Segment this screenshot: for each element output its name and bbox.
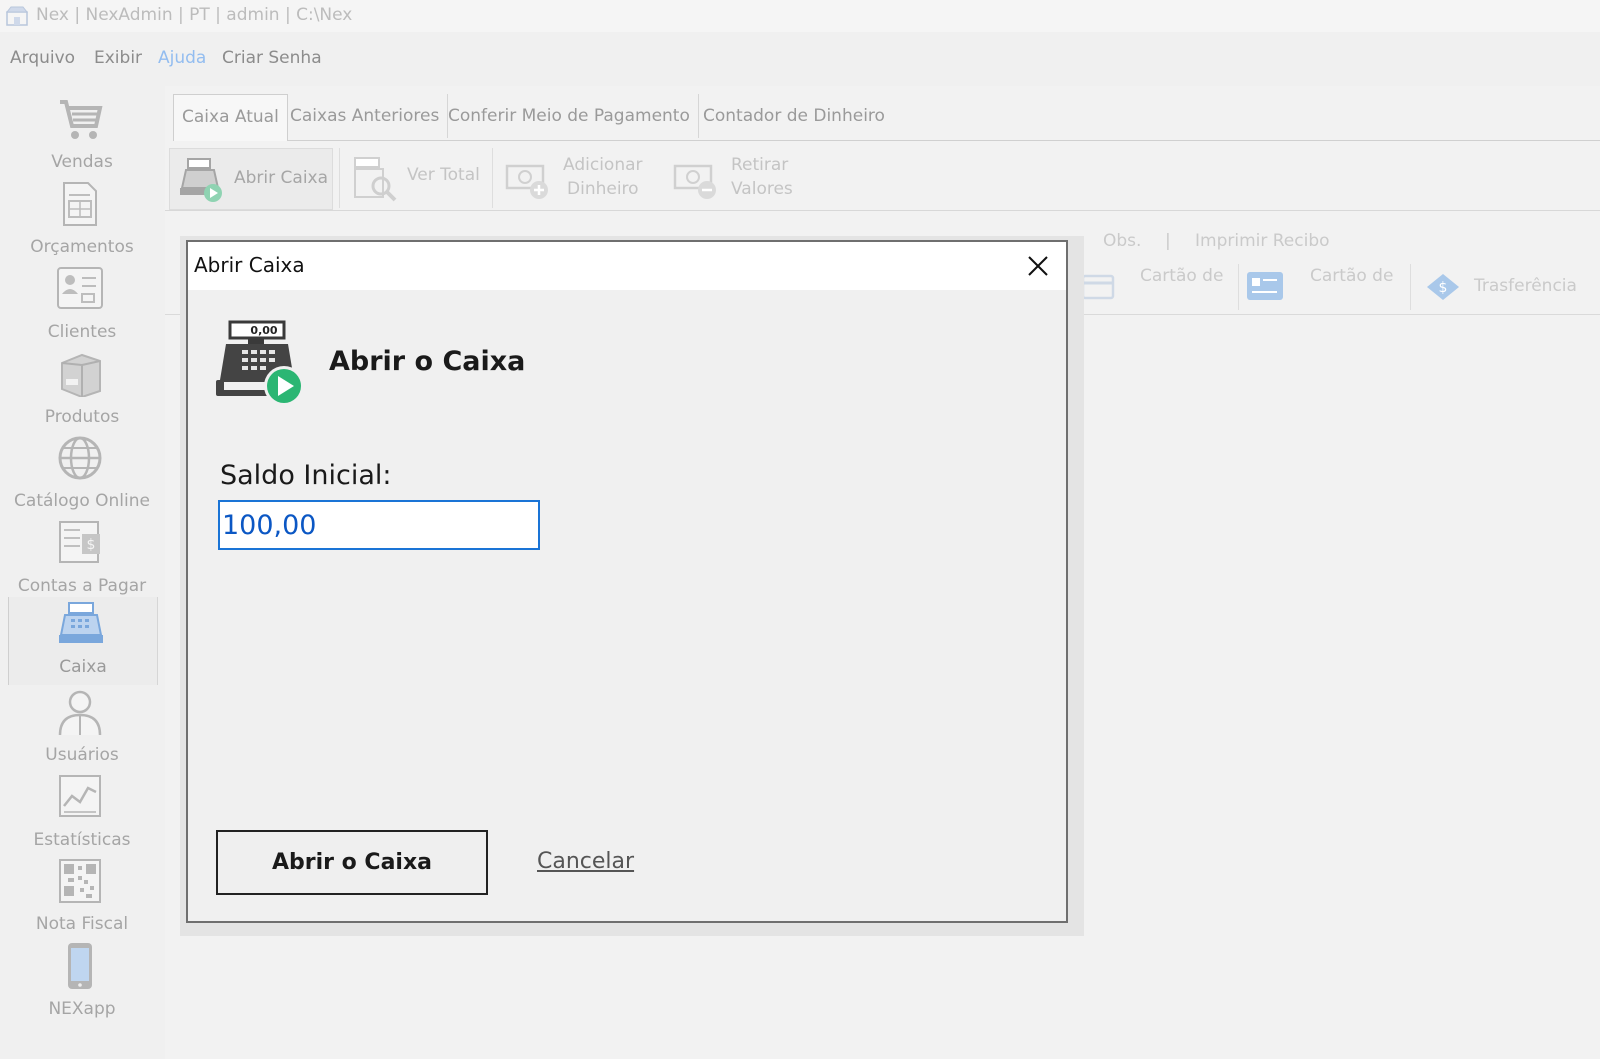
toolbar: Abrir Caixa Ver Total Adicionar Dinheiro	[165, 142, 1600, 211]
sidebar-item-label: Estatísticas	[33, 830, 131, 850]
sidebar-item-vendas[interactable]: Vendas	[8, 92, 156, 176]
toolbar-separator	[339, 148, 340, 208]
cash-register-play-icon: 0,00	[216, 320, 304, 406]
dialog-titlebar: Abrir Caixa	[188, 242, 1066, 290]
qr-code-icon	[59, 859, 101, 903]
dialog-heading: Abrir o Caixa	[329, 346, 526, 377]
retirar-valores-label-line1: Retirar	[731, 155, 789, 175]
transferencia-header: Trasferência	[1474, 276, 1577, 296]
contacts-icon	[57, 267, 103, 309]
money-add-icon	[505, 164, 548, 199]
cart-icon	[60, 100, 103, 139]
toolbar-separator	[492, 148, 493, 208]
abrir-caixa-dialog: Abrir Caixa 0,00 Abrir o Caixa Saldo Ini…	[186, 240, 1068, 923]
bill-icon: $	[59, 521, 100, 563]
sidebar-item-caixa[interactable]: Caixa	[8, 597, 158, 685]
sidebar-item-label: NEXapp	[48, 999, 116, 1019]
chart-icon	[59, 775, 101, 817]
sidebar-item-label: Vendas	[51, 152, 113, 172]
document-icon	[63, 182, 97, 226]
sidebar-item-nexapp[interactable]: NEXapp	[8, 939, 156, 1023]
close-icon[interactable]	[1024, 252, 1052, 280]
sidebar-item-estatisticas[interactable]: Estatísticas	[8, 770, 156, 854]
money-remove-icon	[673, 164, 716, 199]
sidebar-item-label: Caixa	[59, 657, 107, 677]
sidebar-item-produtos[interactable]: Produtos	[8, 347, 156, 431]
retirar-valores-toolbar-button[interactable]: Retirar Valores	[663, 148, 823, 208]
svg-text:$: $	[87, 537, 96, 553]
debit-card-icon	[1247, 272, 1283, 300]
register-display-text: 0,00	[250, 324, 277, 337]
ver-total-label: Ver Total	[407, 165, 480, 185]
cartao-debito-header: Cartão de	[1310, 266, 1394, 286]
menu-arquivo[interactable]: Arquivo	[10, 48, 75, 68]
sidebar-item-clientes[interactable]: Clientes	[8, 262, 156, 346]
transfer-icon: $	[1427, 274, 1459, 300]
adicionar-dinheiro-label-line2: Dinheiro	[567, 179, 639, 199]
globe-icon	[58, 436, 102, 480]
app-logo-icon	[6, 6, 28, 26]
adicionar-dinheiro-label-line1: Adicionar	[563, 155, 643, 175]
saldo-inicial-input[interactable]	[218, 500, 540, 550]
imprimir-recibo-header[interactable]: Imprimir Recibo	[1195, 231, 1330, 251]
svg-text:$: $	[1439, 280, 1448, 296]
cash-register-play-icon	[180, 158, 222, 202]
dialog-title: Abrir Caixa	[194, 253, 305, 277]
card-icon	[1081, 274, 1115, 300]
tab-caixa-atual[interactable]: Caixa Atual	[173, 94, 288, 141]
tab-caixas-anteriores[interactable]: Caixas Anteriores	[282, 94, 449, 138]
sidebar-item-label: Nota Fiscal	[35, 914, 129, 934]
sidebar-item-nota-fiscal[interactable]: Nota Fiscal	[8, 854, 156, 938]
sidebar-item-label: Orçamentos	[30, 237, 134, 257]
sidebar-item-label: Contas a Pagar	[17, 576, 147, 596]
sidebar-item-label: Catálogo Online	[14, 491, 150, 511]
sidebar-item-orcamentos[interactable]: Orçamentos	[8, 177, 156, 261]
sidebar-item-usuarios[interactable]: Usuários	[8, 685, 156, 769]
column-separator	[1410, 264, 1411, 310]
sidebar-item-label: Clientes	[47, 322, 117, 342]
obs-column-header: Obs.	[1103, 231, 1142, 251]
sidebar-item-contas-a-pagar[interactable]: $ Contas a Pagar	[8, 516, 156, 600]
sidebar-item-catalogo-online[interactable]: Catálogo Online	[8, 431, 156, 515]
header-divider: |	[1165, 231, 1171, 251]
cancelar-link[interactable]: Cancelar	[537, 849, 634, 874]
tab-bar: Caixa Atual Caixas Anteriores Conferir M…	[173, 94, 1600, 141]
box-icon	[61, 353, 101, 397]
cash-register-icon	[59, 602, 103, 643]
abrir-caixa-label: Abrir Caixa	[234, 168, 329, 188]
cartao-credito-header: Cartão de	[1140, 266, 1224, 286]
sidebar: Vendas Orçamentos Clientes Produtos Catá…	[0, 86, 165, 1059]
column-separator	[1238, 264, 1239, 310]
retirar-valores-label-line2: Valores	[731, 179, 793, 199]
tab-conferir-meio-de-pagamento[interactable]: Conferir Meio de Pagamento	[440, 94, 699, 138]
tab-contador-de-dinheiro[interactable]: Contador de Dinheiro	[695, 94, 893, 138]
window-title: Nex | NexAdmin | PT | admin | C:\Nex	[36, 5, 353, 25]
ver-total-toolbar-button[interactable]: Ver Total	[343, 148, 491, 208]
adicionar-dinheiro-toolbar-button[interactable]: Adicionar Dinheiro	[495, 148, 655, 208]
sidebar-item-label: Usuários	[45, 745, 119, 765]
abrir-o-caixa-button[interactable]: Abrir o Caixa	[216, 830, 488, 895]
window-titlebar: Nex | NexAdmin | PT | admin | C:\Nex	[0, 0, 1600, 32]
saldo-inicial-label: Saldo Inicial:	[220, 460, 392, 491]
menu-criar-senha[interactable]: Criar Senha	[222, 48, 322, 68]
menu-ajuda[interactable]: Ajuda	[158, 48, 206, 68]
user-icon	[58, 690, 102, 735]
phone-icon	[68, 943, 92, 989]
abrir-caixa-toolbar-button[interactable]: Abrir Caixa	[169, 148, 333, 210]
calculator-search-icon	[354, 157, 397, 202]
menu-exibir[interactable]: Exibir	[94, 48, 142, 68]
menu-bar: Arquivo Exibir Ajuda Criar Senha	[0, 40, 1600, 76]
sidebar-item-label: Produtos	[44, 407, 120, 427]
